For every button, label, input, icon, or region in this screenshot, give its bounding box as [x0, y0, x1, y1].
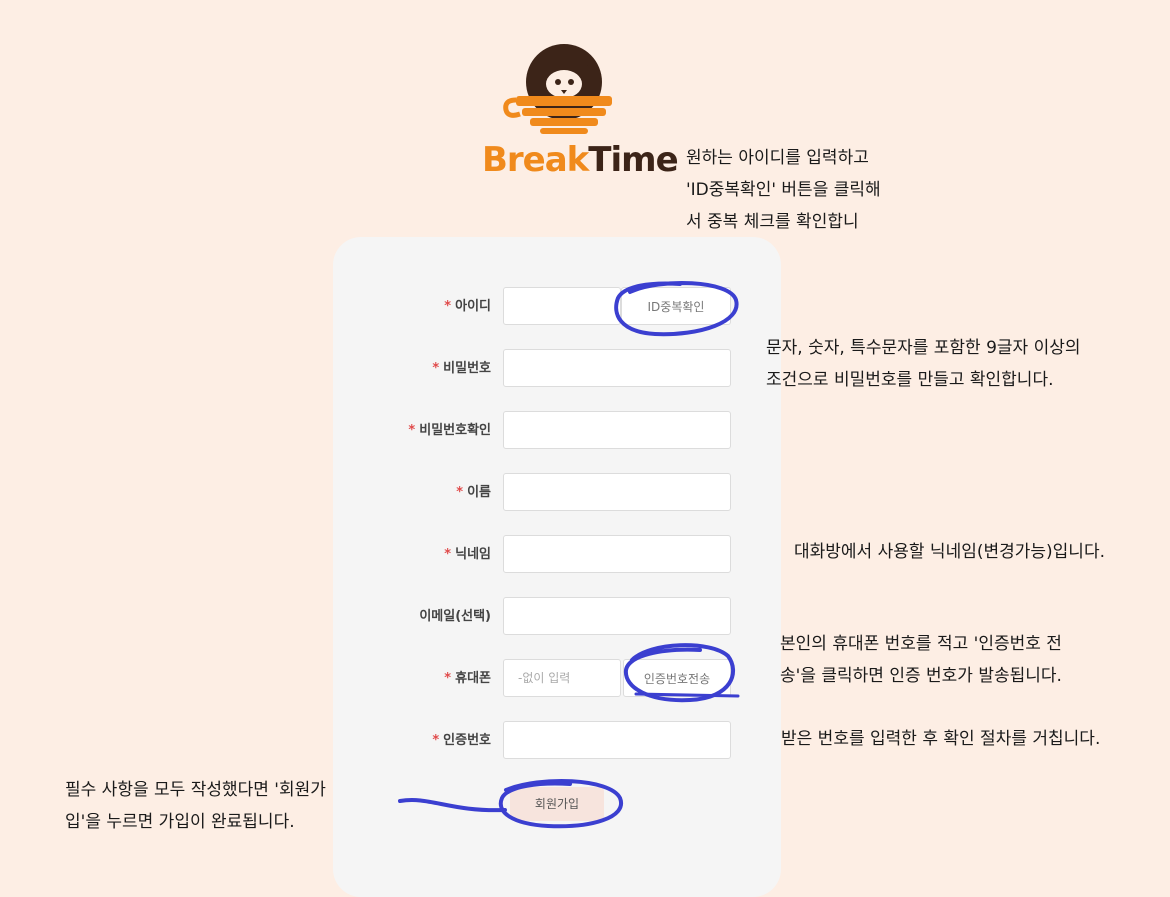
row-name: * 이름: [333, 473, 781, 513]
brand-part-1: Break: [482, 140, 589, 180]
password-confirm-label: * 비밀번호확인: [408, 423, 491, 438]
id-input[interactable]: [503, 287, 621, 325]
auth-code-label: * 인증번호: [432, 733, 491, 748]
row-email: 이메일(선택): [333, 597, 781, 637]
nickname-label: * 닉네임: [444, 547, 491, 562]
brand-part-2: Time: [588, 140, 678, 180]
password-label: * 비밀번호: [432, 361, 491, 376]
id-check-button[interactable]: ID중복확인: [621, 287, 731, 325]
name-input[interactable]: [503, 473, 731, 511]
nickname-annotation-note: 대화방에서 사용할 닉네임(변경가능)입니다.: [794, 542, 1105, 562]
row-auth-code: * 인증번호: [333, 721, 781, 761]
phone-annotation-note: 본인의 휴대폰 번호를 적고 '인증번호 전 송'을 클릭하면 인증 번호가 발…: [780, 634, 1062, 686]
nickname-input[interactable]: [503, 535, 731, 573]
password-annotation-note: 문자, 숫자, 특수문자를 포함한 9글자 이상의 조건으로 비밀번호를 만들고…: [766, 338, 1081, 390]
row-id: * 아이디 ID중복확인: [333, 287, 781, 327]
phone-input[interactable]: [503, 659, 621, 697]
email-input[interactable]: [503, 597, 731, 635]
password-input[interactable]: [503, 349, 731, 387]
email-label: 이메일(선택): [419, 609, 491, 624]
id-annotation-note: 원하는 아이디를 입력하고 'ID중복확인' 버튼을 클릭해 서 중복 체크를 …: [686, 148, 881, 232]
name-label: * 이름: [456, 485, 491, 500]
password-confirm-input[interactable]: [503, 411, 731, 449]
row-password: * 비밀번호: [333, 349, 781, 389]
id-label: * 아이디: [444, 299, 491, 314]
submit-annotation-note: 필수 사항을 모두 작성했다면 '회원가 입'을 누르면 가입이 완료됩니다.: [65, 780, 326, 832]
auth-code-input[interactable]: [503, 721, 731, 759]
row-nickname: * 닉네임: [333, 535, 781, 575]
send-code-button[interactable]: 인증번호전송: [623, 659, 731, 697]
signup-submit-button[interactable]: 회원가입: [510, 787, 604, 821]
row-phone: *휴대폰 인증번호전송: [333, 659, 781, 699]
row-password-confirm: * 비밀번호확인: [333, 411, 781, 451]
auth-annotation-note: 받은 번호를 입력한 후 확인 절차를 거칩니다.: [781, 729, 1101, 749]
signup-form-card: * 아이디 ID중복확인 * 비밀번호 * 비밀번호확인 * 이름 * 닉네임 이메일(선…: [333, 237, 781, 897]
brand-wordmark: BreakTime: [482, 140, 679, 180]
phone-label: * 휴대폰: [444, 671, 491, 686]
